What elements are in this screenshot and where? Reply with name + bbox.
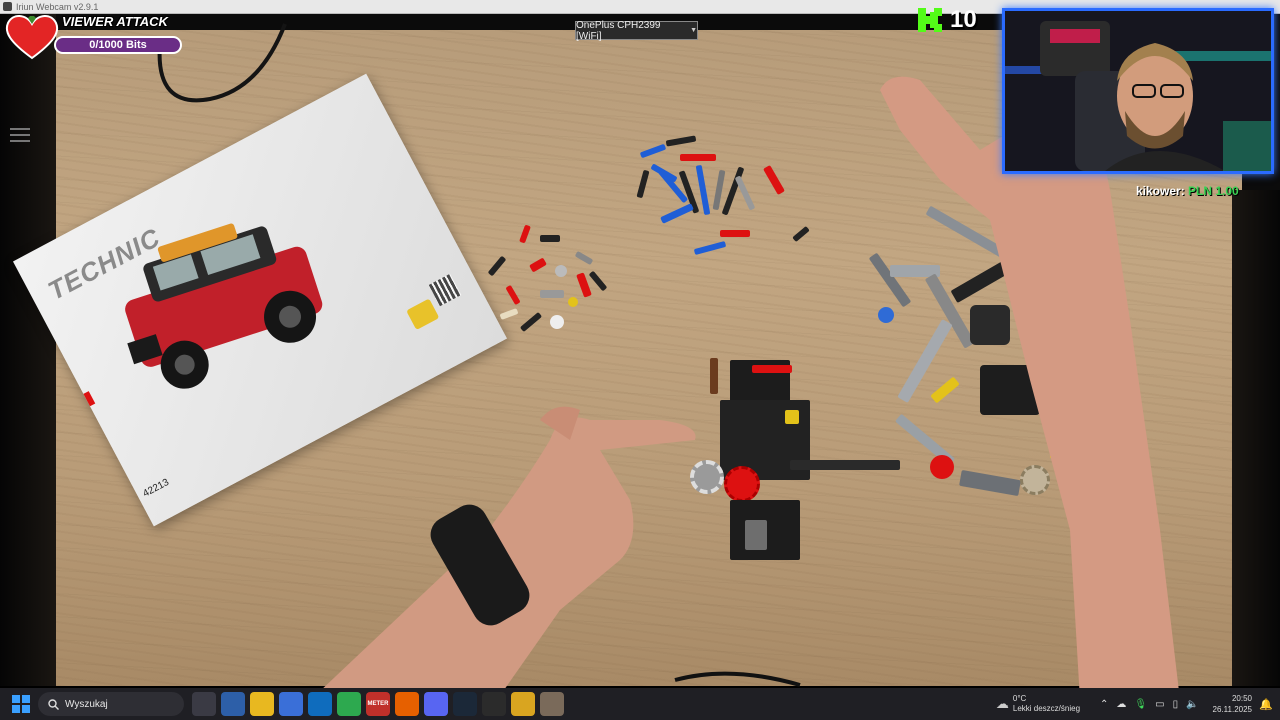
clock-time: 20:50 [1231,694,1252,703]
donation-user: kikower: [1136,184,1185,198]
viewer-attack-widget: VIEWER ATTACK 0/1000 Bits [4,8,184,60]
app-yellow-icon[interactable] [511,692,535,716]
donation-amount: PLN 1.00 [1188,184,1239,198]
chevron-up-icon[interactable]: ⌃ [1100,699,1108,710]
search-icon [48,698,59,710]
viewer-attack-progress-text: 0/1000 Bits [89,39,147,51]
app-tool-icon[interactable] [221,692,245,716]
booklet-badge [406,298,440,331]
cloud-icon[interactable]: ☁ [1116,699,1126,710]
tray-icons: ⌃ ☁ 🎙 ▭ ▯ 🔈 [1100,699,1199,710]
booklet-set-number: 42213 [141,476,172,500]
floor-cable [674,671,801,687]
screen: Iriun Webcam v2.9.1 TECHNIC 42213 OnePlu… [0,0,1280,720]
feed-left-edge [0,14,56,686]
stream-meter-icon[interactable]: METER [366,692,390,716]
battery-icon[interactable]: ▯ [1173,699,1179,710]
booklet-qr-code [428,273,462,307]
axle-pile [630,130,830,260]
webcam-image [1005,11,1271,171]
obs-icon[interactable] [482,692,506,716]
weather-condition: Lekki deszcz/śnieg [1012,704,1081,713]
task-view-icon[interactable] [192,692,216,716]
chrome-icon[interactable] [337,692,361,716]
viewer-attack-title: VIEWER ATTACK [62,14,168,29]
notification-bell-icon[interactable]: 🔔 [1258,696,1274,712]
windows-logo-icon [12,695,30,713]
pinned-apps: METER [192,692,564,716]
microphone-icon[interactable]: 🎙 [1134,699,1147,710]
streamer-webcam [1002,8,1274,174]
network-icon[interactable]: ▭ [1155,699,1164,710]
weather-temp: 0°C [1012,694,1027,703]
weather-widget[interactable]: ☁ 0°C Lekki deszcz/śnieg [996,694,1080,714]
device-selector-label: OnePlus CPH2399 [WiFi] [576,19,661,42]
device-selector[interactable]: OnePlus CPH2399 [WiFi] ▼ [575,19,698,42]
app-grey-icon[interactable] [540,692,564,716]
volume-icon[interactable]: 🔈 [1186,699,1198,710]
search-placeholder: Wyszukaj [65,698,108,710]
viewer-attack-progress-bar: 0/1000 Bits [54,36,182,54]
taskbar-clock[interactable]: 20:50 26.11.2025 [1213,693,1252,715]
outlook-icon[interactable] [308,692,332,716]
taskbar: Wyszukaj METER ☁ 0°C Lekki deszcz/śnieg … [0,688,1280,720]
weather-icon: ☁ [995,696,1009,711]
hamburger-menu-icon[interactable] [10,128,30,142]
steam-icon[interactable] [453,692,477,716]
clock-date: 26.11.2025 [1212,705,1252,714]
file-explorer-icon[interactable] [250,692,274,716]
discord-icon[interactable] [424,692,448,716]
parts-pile-small [480,215,630,345]
taskbar-search[interactable]: Wyszukaj [38,692,184,716]
kick-logo-icon [918,8,942,32]
kick-count: 10 [950,6,977,33]
feed-right-edge [1232,190,1280,686]
firefox-icon[interactable] [395,692,419,716]
system-tray: ☁ 0°C Lekki deszcz/śnieg ⌃ ☁ 🎙 ▭ ▯ 🔈 20:… [996,688,1280,720]
start-button[interactable] [6,688,36,720]
donation-alert: kikower: PLN 1.00 [1136,184,1239,198]
chevron-down-icon: ▼ [690,27,697,34]
heart-icon [5,15,59,60]
microsoft-store-icon[interactable] [279,692,303,716]
kick-viewer-counter: 10 [916,6,977,34]
